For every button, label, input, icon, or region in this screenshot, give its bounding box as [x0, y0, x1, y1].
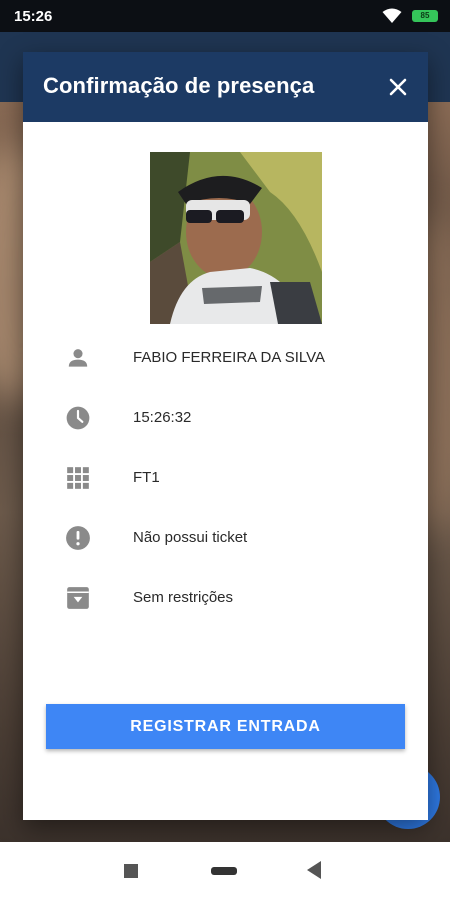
attendance-confirmation-dialog: Confirmação de presença FABIO FERREIRA D… [23, 52, 428, 820]
restrictions-status: Sem restrições [133, 589, 234, 606]
alert-circle-icon [65, 525, 91, 551]
grid-icon [65, 465, 91, 491]
wifi-icon [382, 8, 402, 24]
dialog-title: Confirmação de presença [43, 73, 315, 98]
battery-icon: 85 [412, 10, 438, 22]
info-row-code: FT1 [23, 458, 428, 498]
recent-apps-icon[interactable] [124, 864, 138, 878]
clock-icon [65, 405, 91, 431]
person-name: FABIO FERREIRA DA SILVA [133, 349, 326, 366]
info-row-ticket: Não possui ticket [23, 518, 428, 558]
check-in-time: 15:26:32 [133, 409, 192, 426]
close-button[interactable] [383, 72, 413, 102]
ticket-status: Não possui ticket [133, 529, 248, 546]
dialog-header: Confirmação de presença [23, 52, 428, 122]
info-row-time: 15:26:32 [23, 398, 428, 438]
back-icon[interactable] [307, 861, 321, 879]
navigation-bar [0, 842, 450, 900]
close-icon [389, 78, 407, 96]
person-photo [150, 152, 322, 324]
archive-icon [65, 585, 91, 611]
person-icon [65, 345, 91, 371]
register-entry-button[interactable]: REGISTRAR ENTRADA [46, 704, 405, 749]
info-row-name: FABIO FERREIRA DA SILVA [23, 338, 428, 378]
info-row-restrictions: Sem restrições [23, 578, 428, 618]
home-icon[interactable] [211, 867, 237, 875]
area-code: FT1 [133, 469, 160, 486]
status-time: 15:26 [14, 8, 53, 25]
status-bar: 15:26 85 [0, 0, 450, 32]
